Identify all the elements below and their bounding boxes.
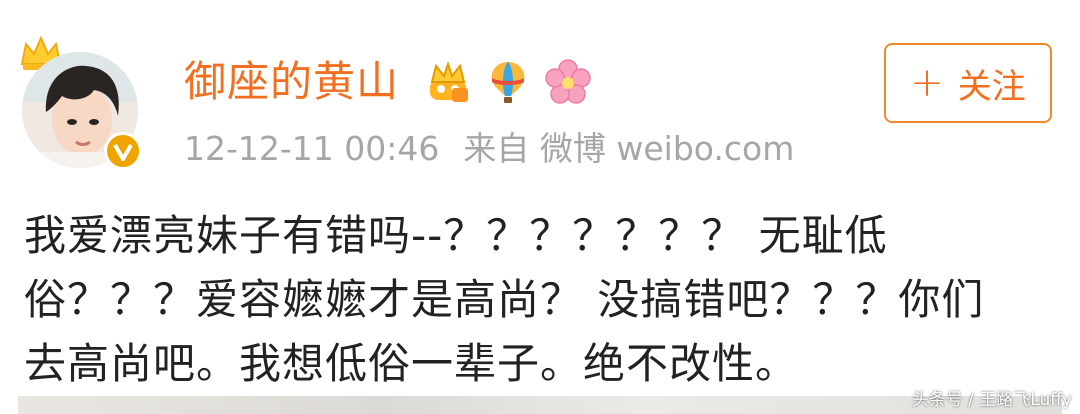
post-source: 来自 微博 weibo.com <box>463 129 795 168</box>
verified-v-icon <box>104 132 142 170</box>
vip-crown-badge-icon[interactable] <box>424 58 472 106</box>
weibo-post: 御座的黄山 12-12-11 00:46 来自 微博 weibo.com + 关… <box>0 0 1080 414</box>
post-text-line: 去高尚吧。我想低俗一辈子。绝不改性。 <box>24 339 799 388</box>
user-badges <box>424 54 592 110</box>
post-text: 我爱漂亮妹子有错吗--？？？？？？？ 无耻低 俗？？？爱容嬷嬷才是高尚？ 没搞错… <box>24 204 1064 396</box>
post-meta: 12-12-11 00:46 来自 微博 weibo.com <box>184 126 794 172</box>
post-text-line: 俗？？？爱容嬷嬷才是高尚？ 没搞错吧？？？你们 <box>24 275 985 324</box>
timestamp[interactable]: 12-12-11 00:46 <box>184 126 439 172</box>
post-image-preview[interactable] <box>18 396 1062 414</box>
plus-icon: + <box>910 60 944 106</box>
watermark: 头条号 / 王路飞Luffy <box>911 390 1072 410</box>
post-text-line: 我爱漂亮妹子有错吗--？？？？？？？ 无耻低 <box>24 211 888 260</box>
follow-button[interactable]: + 关注 <box>884 43 1052 123</box>
hot-air-balloon-badge-icon[interactable] <box>484 58 532 106</box>
username[interactable]: 御座的黄山 <box>184 54 399 110</box>
follow-button-label: 关注 <box>957 66 1026 107</box>
avatar-container[interactable] <box>14 34 144 174</box>
cherry-blossom-badge-icon[interactable] <box>544 58 592 106</box>
